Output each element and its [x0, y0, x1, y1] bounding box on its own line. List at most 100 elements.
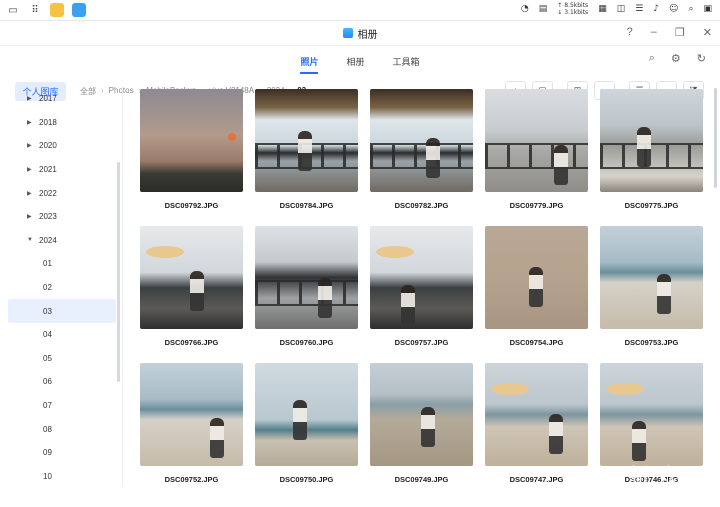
- window-title: 相册: [357, 29, 378, 41]
- photo-filename: DSC09760.JPG: [279, 338, 334, 347]
- year-item-2018[interactable]: ▶ 2018: [0, 111, 122, 135]
- month-item-06[interactable]: 06: [0, 370, 122, 394]
- person-figure: [421, 407, 435, 447]
- photo-thumbnail[interactable]: [370, 363, 473, 466]
- watermark: 新 众观: [628, 465, 701, 490]
- photo-filename: DSC09752.JPG: [164, 475, 219, 484]
- person-figure: [637, 127, 651, 167]
- tab-albums[interactable]: 相册: [346, 55, 364, 74]
- tab-photos[interactable]: 照片: [300, 55, 319, 74]
- photo-item[interactable]: DSC09754.JPG: [485, 226, 588, 347]
- bell-icon[interactable]: ♪: [653, 4, 659, 14]
- caret-right-icon: ▶: [27, 214, 32, 221]
- photo-item[interactable]: DSC09752.JPG: [140, 363, 243, 484]
- net-down-text: ↓ 3.1kbits: [557, 9, 589, 16]
- widgets-icon[interactable]: ▣: [703, 4, 712, 14]
- year-item-2022[interactable]: ▶ 2022: [0, 181, 122, 205]
- month-item-09[interactable]: 09: [0, 441, 122, 465]
- net-up-text: ↑ 8.5kbits: [557, 2, 589, 9]
- year-label: 2017: [39, 94, 57, 104]
- photo-filename: DSC09747.JPG: [509, 475, 564, 484]
- list-icon[interactable]: ☰: [635, 4, 643, 14]
- year-item-2020[interactable]: ▶ 2020: [0, 134, 122, 158]
- person-figure: [298, 131, 312, 171]
- sun-shape: [228, 133, 236, 141]
- photo-item[interactable]: DSC09750.JPG: [255, 363, 358, 484]
- photo-item[interactable]: DSC09747.JPG: [485, 363, 588, 484]
- ram-icon[interactable]: ▤: [539, 4, 548, 14]
- photo-thumbnail[interactable]: [255, 226, 358, 329]
- month-item-07[interactable]: 07: [0, 394, 122, 418]
- refresh-icon[interactable]: ↻: [697, 52, 706, 65]
- photos-app-icon[interactable]: [72, 3, 86, 17]
- railing-shape: [255, 279, 358, 306]
- photo-thumbnail[interactable]: [140, 363, 243, 466]
- photo-filename: DSC09753.JPG: [624, 338, 679, 347]
- photo-thumbnail[interactable]: [255, 89, 358, 192]
- photo-thumbnail[interactable]: [140, 226, 243, 329]
- photo-item[interactable]: DSC09760.JPG: [255, 226, 358, 347]
- year-label: 2023: [39, 212, 57, 222]
- person-figure: [657, 274, 671, 314]
- grid-scrollbar[interactable]: [714, 88, 717, 188]
- photo-item[interactable]: DSC09784.JPG: [255, 89, 358, 210]
- app-grid-icon[interactable]: ⠿: [28, 3, 42, 17]
- railing-shape: [485, 142, 588, 169]
- photo-item[interactable]: DSC09782.JPG: [370, 89, 473, 210]
- tab-toolbox[interactable]: 工具箱: [393, 55, 420, 74]
- month-item-10[interactable]: 10: [0, 465, 122, 487]
- search-icon[interactable]: ⌕: [649, 52, 655, 65]
- month-item-08[interactable]: 08: [0, 417, 122, 441]
- photo-thumbnail[interactable]: [600, 89, 703, 192]
- month-item-04[interactable]: 04: [0, 323, 122, 347]
- straw-hat-shape: [491, 383, 529, 395]
- month-item-03[interactable]: 03: [8, 299, 116, 323]
- photo-thumbnail[interactable]: [485, 89, 588, 192]
- photo-item[interactable]: DSC09766.JPG: [140, 226, 243, 347]
- photo-item[interactable]: DSC09779.JPG: [485, 89, 588, 210]
- photo-thumbnail[interactable]: [600, 363, 703, 466]
- person-figure: [549, 414, 563, 454]
- photo-item[interactable]: DSC09775.JPG: [600, 89, 703, 210]
- search-icon[interactable]: ⌕: [688, 4, 693, 14]
- photo-thumbnail[interactable]: [485, 363, 588, 466]
- photo-thumbnail[interactable]: [370, 89, 473, 192]
- caret-down-icon: ▼: [27, 237, 33, 244]
- speed-gauge-icon[interactable]: ◔: [521, 4, 529, 14]
- photo-thumbnail[interactable]: [600, 226, 703, 329]
- photo-thumbnail[interactable]: [140, 89, 243, 192]
- year-item-2024[interactable]: ▼ 2024: [0, 229, 122, 253]
- user-icon[interactable]: ☺: [669, 4, 678, 14]
- straw-hat-shape: [146, 246, 184, 258]
- caret-right-icon: ▶: [27, 143, 32, 150]
- month-item-05[interactable]: 05: [0, 347, 122, 371]
- photo-thumbnail[interactable]: [485, 226, 588, 329]
- month-item-01[interactable]: 01: [0, 252, 122, 276]
- settings-icon[interactable]: ⚙: [671, 52, 681, 65]
- photo-filename: DSC09775.JPG: [624, 201, 679, 210]
- photo-filename: DSC09782.JPG: [394, 201, 449, 210]
- photo-item[interactable]: DSC09753.JPG: [600, 226, 703, 347]
- restore-button[interactable]: ❐: [675, 26, 685, 39]
- straw-hat-shape: [606, 383, 644, 395]
- chip-icon[interactable]: ▦: [598, 4, 607, 14]
- minimize-button[interactable]: –: [651, 26, 657, 39]
- photo-item[interactable]: DSC09757.JPG: [370, 226, 473, 347]
- sidebar-scrollbar[interactable]: [117, 162, 120, 382]
- storage-icon[interactable]: ◫: [617, 4, 626, 14]
- year-item-2017[interactable]: ▶ 2017: [0, 87, 122, 111]
- photo-item[interactable]: DSC09792.JPG: [140, 89, 243, 210]
- year-label: 2024: [39, 235, 57, 245]
- photo-thumbnail[interactable]: [370, 226, 473, 329]
- year-item-2021[interactable]: ▶ 2021: [0, 158, 122, 182]
- photo-filename: DSC09750.JPG: [279, 475, 334, 484]
- help-icon[interactable]: ?: [627, 26, 633, 39]
- month-item-02[interactable]: 02: [0, 276, 122, 300]
- file-station-icon[interactable]: [50, 3, 64, 17]
- close-button[interactable]: ✕: [703, 26, 712, 39]
- year-item-2023[interactable]: ▶ 2023: [0, 205, 122, 229]
- photo-item[interactable]: DSC09749.JPG: [370, 363, 473, 484]
- photo-thumbnail[interactable]: [255, 363, 358, 466]
- photo-filename: DSC09749.JPG: [394, 475, 449, 484]
- desktop-icon[interactable]: ▭: [6, 3, 20, 17]
